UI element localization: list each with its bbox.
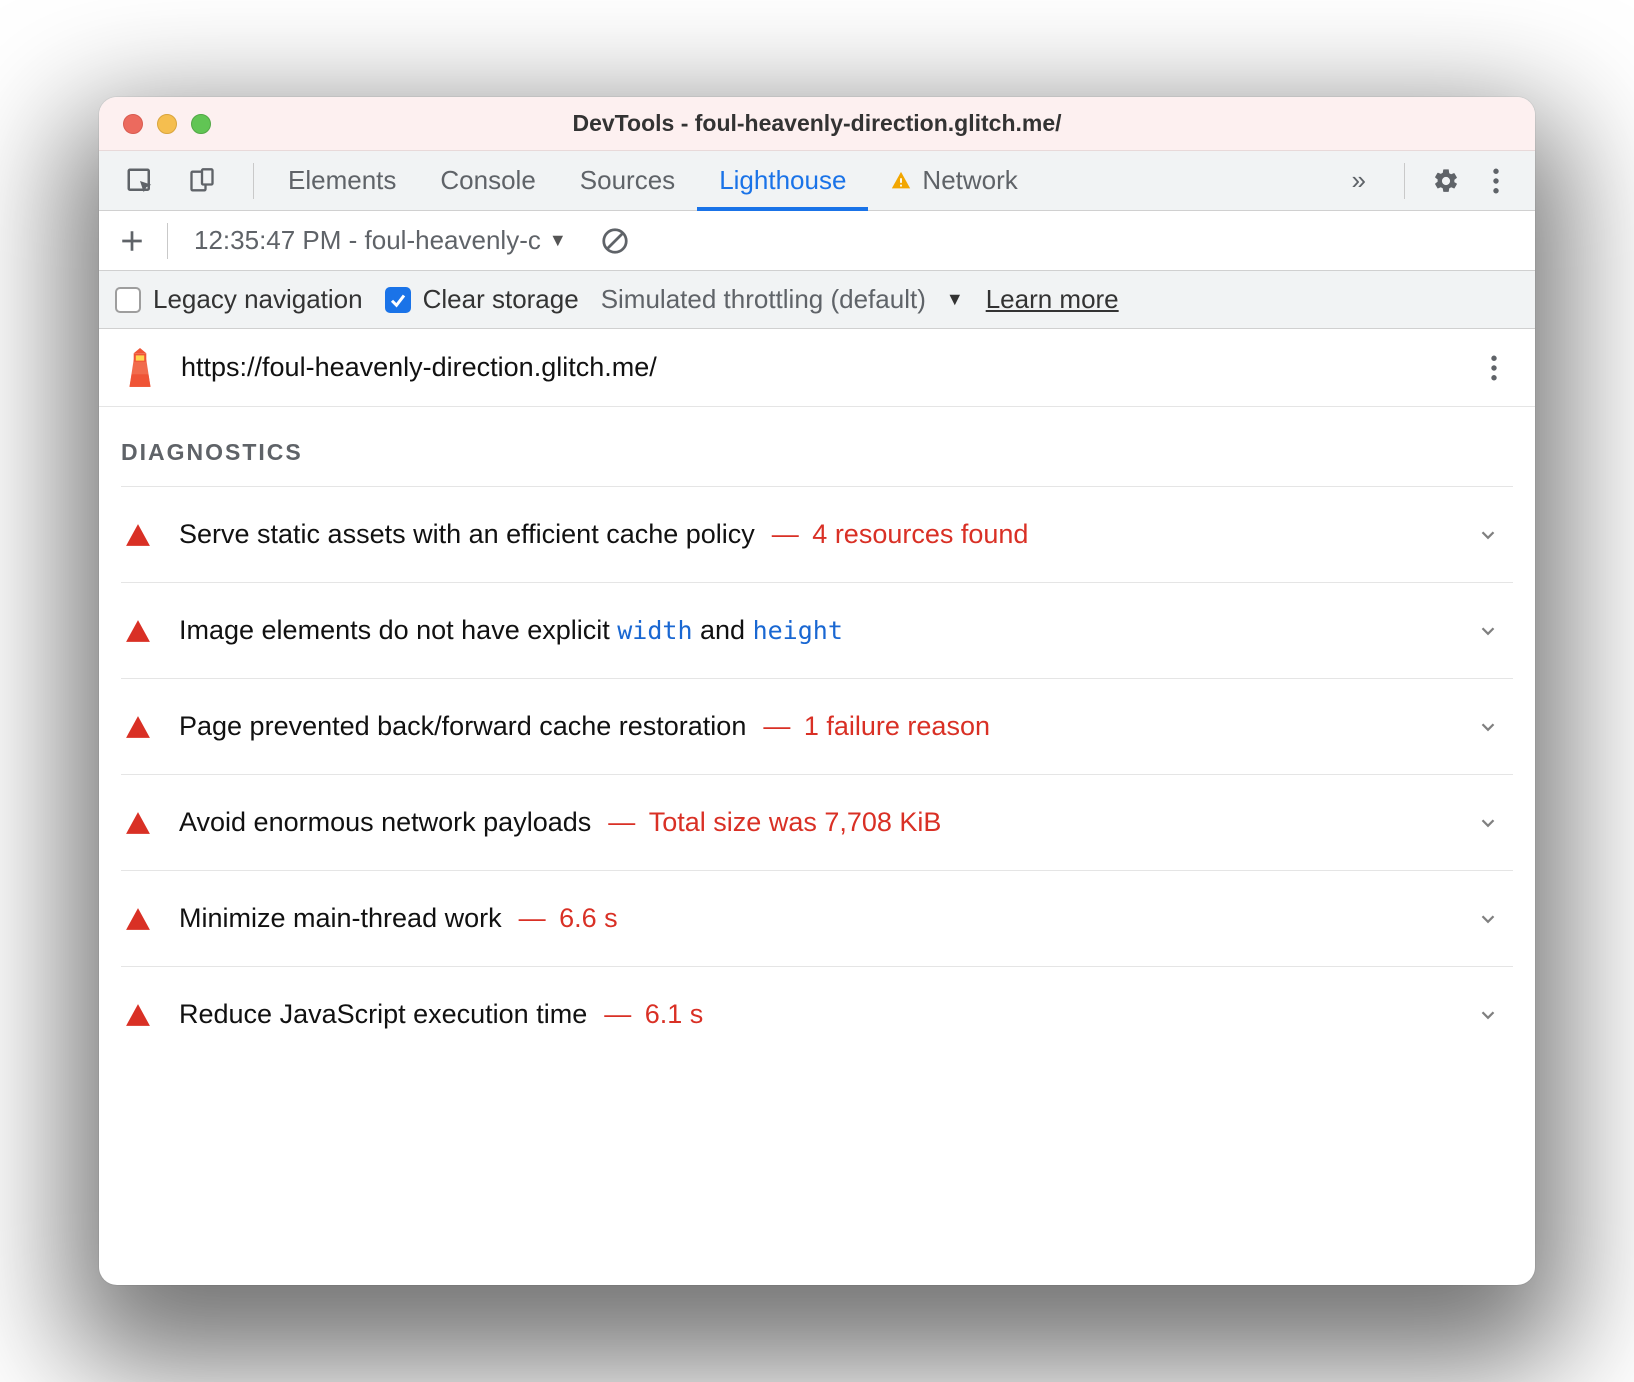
fail-triangle-icon — [125, 1003, 151, 1027]
divider — [1404, 163, 1405, 199]
tab-elements[interactable]: Elements — [266, 151, 418, 211]
report-selector-dropdown[interactable]: 12:35:47 PM - foul-heavenly-c ▼ — [180, 225, 581, 256]
device-toolbar-icon[interactable] — [181, 160, 223, 202]
settings-icon[interactable] — [1425, 160, 1467, 202]
audit-text: Page prevented back/forward cache restor… — [179, 711, 990, 742]
chevron-down-icon — [1477, 1004, 1499, 1026]
audit-row[interactable]: Page prevented back/forward cache restor… — [121, 678, 1513, 774]
audit-detail: — 6.6 s — [504, 903, 618, 933]
audit-title: Image elements do not have explicit widt… — [179, 615, 843, 645]
audit-title: Page prevented back/forward cache restor… — [179, 711, 746, 741]
divider — [167, 223, 168, 259]
devtools-window: DevTools - foul-heavenly-direction.glitc… — [99, 97, 1535, 1285]
audit-detail: — 1 failure reason — [748, 711, 990, 741]
audit-title: Avoid enormous network payloads — [179, 807, 591, 837]
audit-row[interactable]: Avoid enormous network payloads — Total … — [121, 774, 1513, 870]
lighthouse-run-bar: 12:35:47 PM - foul-heavenly-c ▼ — [99, 211, 1535, 271]
chevron-down-icon — [1477, 524, 1499, 546]
lighthouse-options-bar: Legacy navigation Clear storage Simulate… — [99, 271, 1535, 329]
tab-sources[interactable]: Sources — [558, 151, 697, 211]
tab-label: Elements — [288, 165, 396, 196]
learn-more-link[interactable]: Learn more — [986, 284, 1119, 315]
audit-detail: — 4 resources found — [757, 519, 1029, 549]
maximize-window-button[interactable] — [191, 114, 211, 134]
chevron-down-icon — [1477, 620, 1499, 642]
audit-text: Reduce JavaScript execution time — 6.1 s — [179, 999, 703, 1030]
caret-down-icon: ▼ — [549, 230, 567, 251]
clear-report-button[interactable] — [595, 221, 635, 261]
kebab-menu-icon[interactable] — [1475, 160, 1517, 202]
audit-text: Avoid enormous network payloads — Total … — [179, 807, 941, 838]
audit-text: Minimize main-thread work — 6.6 s — [179, 903, 618, 934]
throttling-dropdown[interactable]: Simulated throttling (default) ▼ — [601, 284, 964, 315]
diagnostics-section: DIAGNOSTICS Serve static assets with an … — [99, 407, 1535, 1285]
window-title: DevTools - foul-heavenly-direction.glitc… — [99, 110, 1535, 137]
audit-text: Serve static assets with an efficient ca… — [179, 519, 1028, 550]
devtools-tabs-bar: Elements Console Sources Lighthouse — [99, 151, 1535, 211]
option-label: Clear storage — [423, 284, 579, 315]
fail-triangle-icon — [125, 619, 151, 643]
audit-row[interactable]: Minimize main-thread work — 6.6 s — [121, 870, 1513, 966]
audit-row[interactable]: Serve static assets with an efficient ca… — [121, 486, 1513, 582]
titlebar: DevTools - foul-heavenly-direction.glitc… — [99, 97, 1535, 151]
audit-title: Reduce JavaScript execution time — [179, 999, 587, 1029]
option-label: Legacy navigation — [153, 284, 363, 315]
tab-lighthouse[interactable]: Lighthouse — [697, 151, 868, 211]
throttling-label: Simulated throttling (default) — [601, 284, 926, 315]
fail-triangle-icon — [125, 523, 151, 547]
checkbox-checked-icon — [385, 287, 411, 313]
caret-down-icon: ▼ — [946, 289, 964, 310]
audits-list: Serve static assets with an efficient ca… — [121, 486, 1513, 1062]
checkbox-unchecked-icon — [115, 287, 141, 313]
tab-label: Console — [440, 165, 535, 196]
audit-title: Serve static assets with an efficient ca… — [179, 519, 755, 549]
audit-title: Minimize main-thread work — [179, 903, 502, 933]
fail-triangle-icon — [125, 811, 151, 835]
audit-detail: — Total size was 7,708 KiB — [593, 807, 941, 837]
tab-console[interactable]: Console — [418, 151, 557, 211]
audit-row[interactable]: Reduce JavaScript execution time — 6.1 s — [121, 966, 1513, 1062]
audit-detail: — 6.1 s — [589, 999, 703, 1029]
chevron-down-icon — [1477, 716, 1499, 738]
divider — [253, 163, 254, 199]
tab-network[interactable]: Network — [868, 151, 1039, 211]
report-url-row: https://foul-heavenly-direction.glitch.m… — [99, 329, 1535, 407]
report-menu-button[interactable] — [1473, 347, 1515, 389]
tab-label: Lighthouse — [719, 165, 846, 196]
audit-row[interactable]: Image elements do not have explicit widt… — [121, 582, 1513, 678]
section-heading: DIAGNOSTICS — [121, 407, 1513, 486]
report-url: https://foul-heavenly-direction.glitch.m… — [181, 352, 657, 383]
audit-text: Image elements do not have explicit widt… — [179, 615, 843, 646]
legacy-navigation-checkbox[interactable]: Legacy navigation — [115, 284, 363, 315]
report-selector-label: 12:35:47 PM - foul-heavenly-c — [194, 225, 541, 256]
close-window-button[interactable] — [123, 114, 143, 134]
tabs-overflow-button[interactable]: » — [1334, 165, 1384, 196]
chevron-down-icon — [1477, 812, 1499, 834]
chevron-down-icon — [1477, 908, 1499, 930]
clear-storage-checkbox[interactable]: Clear storage — [385, 284, 579, 315]
inspect-element-icon[interactable] — [119, 160, 161, 202]
minimize-window-button[interactable] — [157, 114, 177, 134]
fail-triangle-icon — [125, 715, 151, 739]
traffic-lights — [99, 114, 211, 134]
tab-label: Sources — [580, 165, 675, 196]
fail-triangle-icon — [125, 907, 151, 931]
warning-icon — [890, 170, 912, 192]
lighthouse-logo-icon — [119, 347, 161, 389]
tab-label: Network — [922, 165, 1017, 196]
new-report-button[interactable] — [109, 218, 155, 264]
